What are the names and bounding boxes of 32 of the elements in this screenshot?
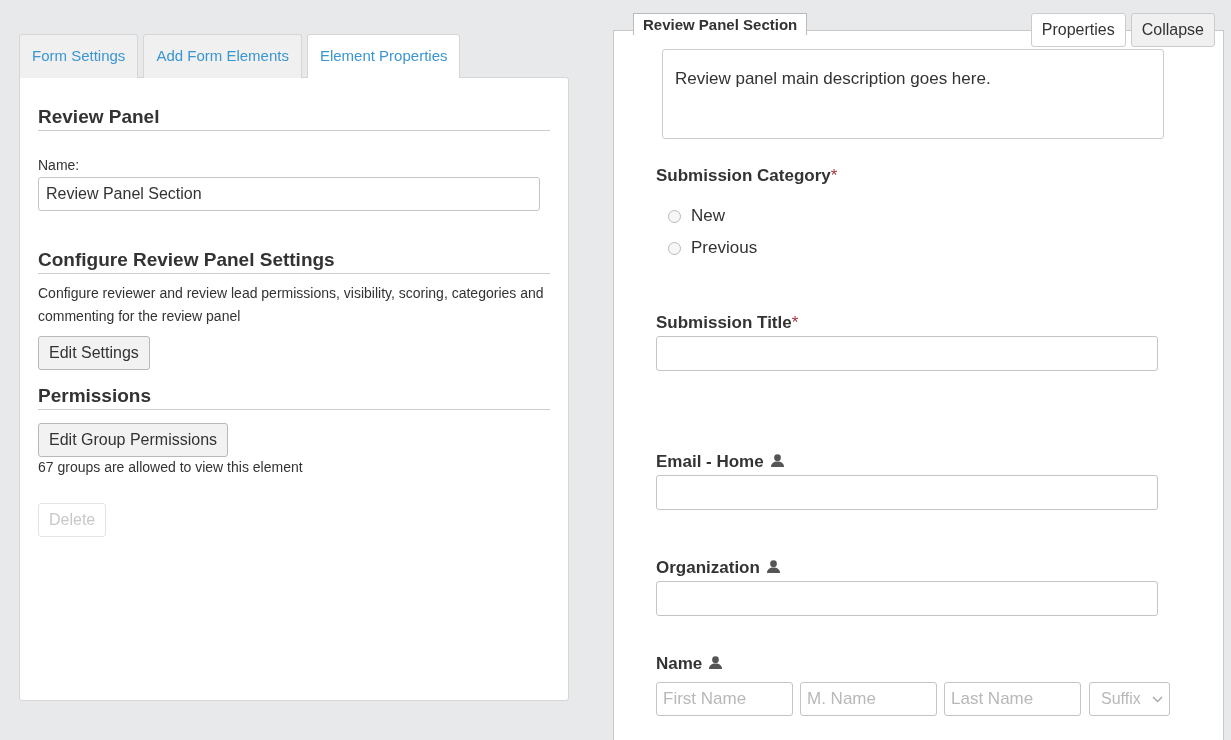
name-input-field[interactable]: Last Name	[944, 682, 1081, 716]
radio-option[interactable]: New	[668, 200, 1223, 232]
radio-button[interactable]	[668, 209, 681, 223]
section-heading: Review Panel	[38, 106, 550, 131]
section-heading: Configure Review Panel Settings	[38, 249, 550, 274]
panel-button[interactable]: Collapse	[1130, 13, 1215, 47]
settings-description: Configure reviewer and review lead permissions, visibility, scoring, categories and commenting for the review panel	[38, 284, 545, 326]
name-input-field[interactable]: M. Name	[800, 682, 937, 716]
text-input-field[interactable]	[656, 581, 1158, 616]
person-icon	[769, 453, 785, 468]
section-title: Review Panel Section	[633, 13, 808, 35]
field-label: Name:	[38, 157, 81, 173]
field-label: Email - Home	[656, 452, 1223, 472]
description-box: Review panel main description goes here.	[662, 49, 1164, 139]
radio-option[interactable]: Previous	[668, 232, 1223, 264]
person-icon	[708, 655, 724, 670]
name-input-field[interactable]: First Name	[656, 682, 793, 716]
field-label: Name	[656, 654, 1223, 674]
field-label: Organization	[656, 558, 1223, 578]
radio-button[interactable]	[668, 241, 681, 255]
permissions-note: 67 groups are allowed to view this element	[38, 459, 304, 475]
field-label: Submission Category*	[656, 166, 839, 186]
edit-group-permissions-button[interactable]: Edit Group Permissions	[38, 423, 229, 457]
panel-button[interactable]: Properties	[1030, 13, 1126, 47]
text-input-field[interactable]	[656, 475, 1158, 510]
name-input-field[interactable]: Review Panel Section	[38, 177, 540, 211]
field-label: Submission Title*	[656, 313, 800, 333]
section-heading: Permissions	[38, 385, 550, 410]
chevron-down-icon	[1152, 695, 1163, 703]
text-input-field[interactable]	[656, 336, 1158, 371]
person-icon	[765, 559, 781, 574]
edit-settings-button[interactable]: Edit Settings	[38, 336, 150, 370]
